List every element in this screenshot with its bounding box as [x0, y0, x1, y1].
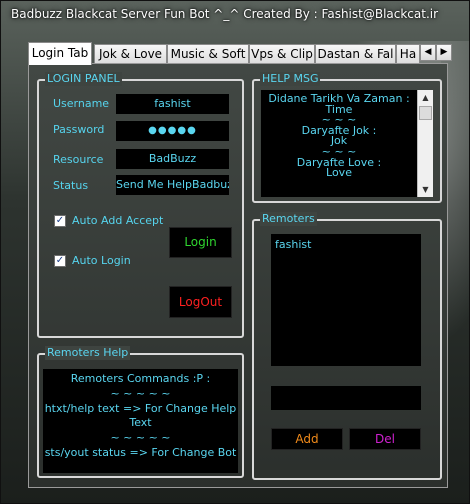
checkmark-icon: ✓	[55, 215, 65, 226]
remoters-help-text: Remoters Commands :P : ~ ~ ~ ~ ~ htxt/he…	[43, 369, 238, 473]
remoters-panel: Remoters fashist Add Del	[252, 212, 442, 480]
login-panel: LOGIN PANEL Username fashist Password ●●…	[37, 72, 244, 338]
login-button[interactable]: Login	[169, 227, 232, 258]
add-remoter-button[interactable]: Add	[271, 428, 343, 450]
help-msg-scrollbar[interactable]: ▲ ▼	[417, 90, 433, 197]
remoters-help-line: Text	[129, 416, 152, 430]
logout-button[interactable]: LogOut	[169, 286, 232, 318]
resource-label: Resource	[53, 153, 104, 166]
scroll-thumb[interactable]	[419, 106, 432, 120]
password-label: Password	[53, 123, 105, 136]
help-msg-title: HELP MSG	[260, 72, 321, 86]
auto-add-accept-checkbox[interactable]: ✓	[54, 215, 66, 227]
window-title: Badbuzz Blackcat Server Fun Bot ^_^ Crea…	[11, 7, 439, 21]
app-window: Badbuzz Blackcat Server Fun Bot ^_^ Crea…	[0, 0, 470, 504]
tab-page-login: LOGIN PANEL Username fashist Password ●●…	[28, 63, 448, 488]
scroll-down-icon[interactable]: ▼	[418, 182, 433, 197]
arrow-left-icon: ◀	[424, 47, 432, 57]
remoters-help-panel: Remoters Help Remoters Commands :P : ~ ~…	[37, 346, 244, 478]
remoter-input[interactable]	[271, 386, 421, 410]
auto-login-checkbox[interactable]: ✓	[54, 255, 66, 267]
auto-login-label: Auto Login	[72, 254, 131, 267]
remoters-help-line: Remoters Commands :P :	[70, 372, 211, 385]
help-msg-list[interactable]: Didane Tarikh Va Zaman : Time ~ ~ ~ Dary…	[261, 90, 433, 197]
tab-vps-clip[interactable]: Vps & Clip	[249, 44, 315, 64]
checkmark-icon: ✓	[55, 255, 65, 266]
tab-scroll-left-button[interactable]: ◀	[420, 44, 436, 61]
tab-login[interactable]: Login Tab	[28, 42, 92, 65]
remoters-list[interactable]: fashist	[271, 234, 421, 366]
login-panel-title: LOGIN PANEL	[45, 72, 122, 86]
resource-input[interactable]: BadBuzz	[116, 149, 229, 169]
username-input[interactable]: fashist	[116, 94, 229, 114]
username-label: Username	[53, 97, 110, 110]
help-msg-line: Love	[326, 166, 352, 180]
list-item[interactable]: fashist	[275, 238, 417, 251]
arrow-right-icon: ▶	[440, 47, 448, 57]
password-input[interactable]: ●●●●●	[116, 121, 229, 141]
remoters-help-title: Remoters Help	[45, 346, 131, 360]
tab-dastan-fal[interactable]: Dastan & Fal	[315, 44, 396, 64]
help-msg-panel: HELP MSG Didane Tarikh Va Zaman : Time ~…	[252, 72, 442, 203]
status-input[interactable]: Send Me HelpBadbuzz	[116, 175, 229, 195]
remoters-title: Remoters	[260, 212, 317, 226]
tab-jok-love[interactable]: Jok & Love	[94, 44, 167, 64]
auto-add-accept-label: Auto Add Accept	[72, 214, 164, 227]
scroll-up-icon[interactable]: ▲	[418, 90, 433, 105]
tab-scroll-right-button[interactable]: ▶	[436, 44, 452, 61]
status-label: Status	[53, 179, 89, 192]
del-remoter-button[interactable]: Del	[349, 428, 421, 450]
remoters-help-line: ~ ~ ~ ~ ~	[110, 386, 171, 400]
remoters-help-line: sts/yout status => For Change Bot	[44, 445, 237, 459]
remoters-help-line: ~ ~ ~ ~ ~	[110, 431, 171, 445]
tab-music-soft[interactable]: Music & Soft	[167, 44, 249, 64]
tab-ha[interactable]: Ha	[396, 44, 420, 64]
remoters-help-line: htxt/help text => For Change Help	[44, 401, 237, 415]
